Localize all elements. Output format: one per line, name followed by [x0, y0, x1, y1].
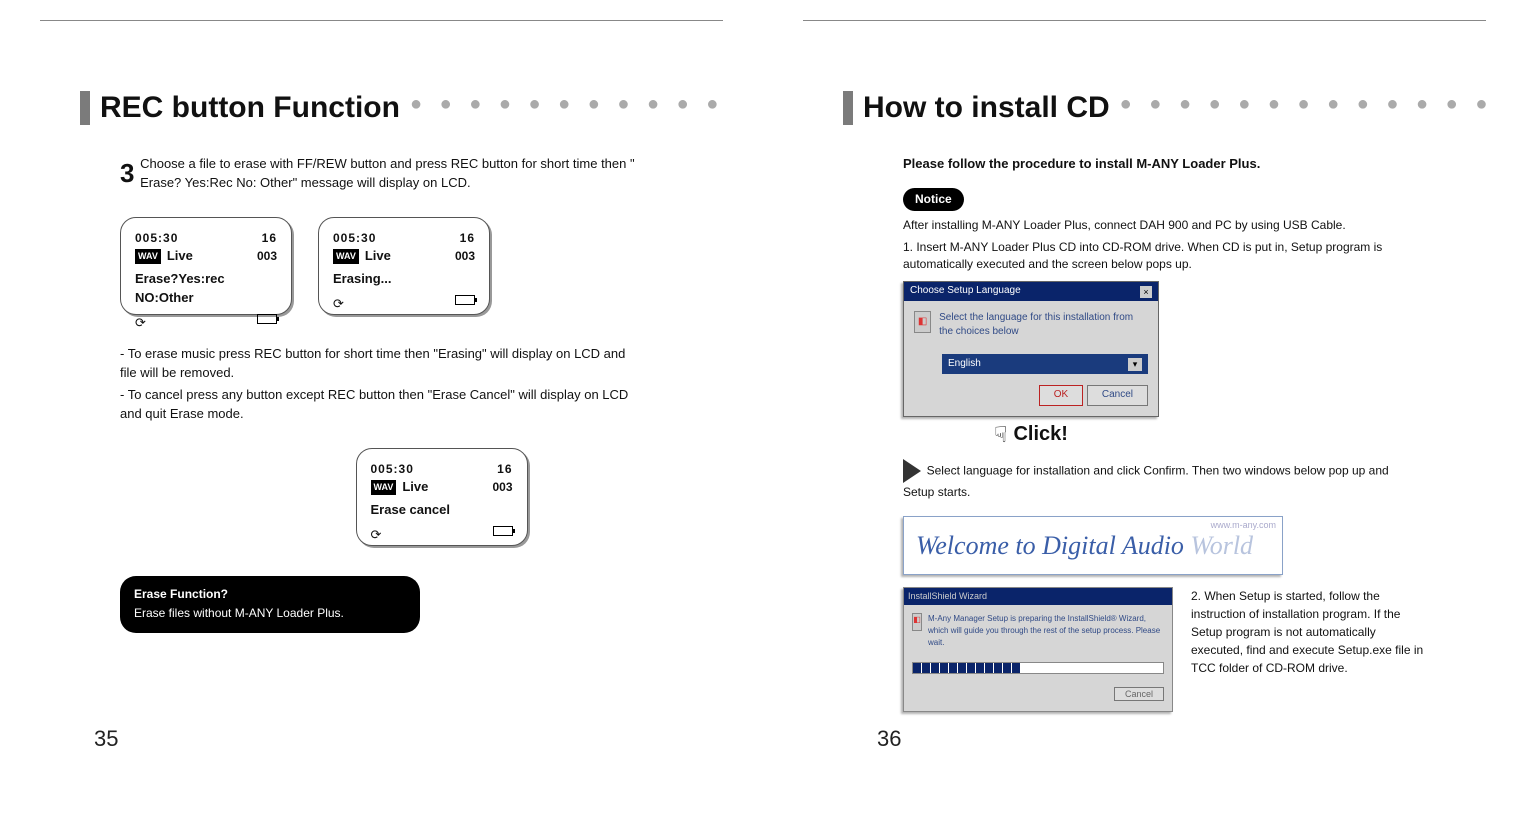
- repeat-icon: [135, 314, 146, 333]
- lcd-track: 16: [262, 230, 277, 247]
- page-number: 36: [877, 726, 901, 752]
- battery-icon: [493, 526, 513, 536]
- page-title: REC button Function: [100, 91, 400, 125]
- lcd-message: Erasing...: [333, 270, 475, 289]
- ok-button[interactable]: OK: [1039, 385, 1083, 406]
- page-title: How to install CD: [863, 91, 1110, 125]
- click-label: Click!: [1013, 420, 1067, 449]
- notice-text: After installing M-ANY Loader Plus, conn…: [903, 217, 1446, 234]
- page-number: 35: [94, 726, 118, 752]
- language-dropdown[interactable]: English ▾: [942, 354, 1148, 375]
- tip-body: Erase files without M-ANY Loader Plus.: [134, 605, 406, 622]
- wav-badge: WAV: [333, 249, 359, 264]
- welcome-banner: www.m-any.com Welcome to Digital Audio W…: [903, 516, 1283, 576]
- banner-url: www.m-any.com: [1211, 519, 1276, 532]
- notice-badge: Notice: [903, 188, 964, 211]
- lcd-track: 16: [497, 461, 512, 478]
- wav-badge: WAV: [135, 249, 161, 264]
- battery-icon: [455, 295, 475, 305]
- lcd-count: 003: [492, 479, 512, 496]
- lcd-count: 003: [455, 248, 475, 265]
- heading-accent: [843, 91, 853, 125]
- repeat-icon: [371, 526, 382, 545]
- lcd-screen-erase-prompt: 005:30 16 WAV Live 003 Erase?Yes:rec NO:Oth…: [120, 217, 292, 315]
- wav-badge: WAV: [371, 480, 397, 495]
- tip-box: Erase Function? Erase files without M-AN…: [120, 576, 420, 633]
- lcd-time: 005:30: [135, 230, 178, 247]
- lcd-count: 003: [257, 248, 277, 265]
- step2-text: 2. When Setup is started, follow the ins…: [1191, 587, 1431, 712]
- lcd-title: Live: [402, 478, 428, 497]
- cancel-button[interactable]: Cancel: [1114, 687, 1164, 701]
- lcd-message: Erase cancel: [371, 501, 513, 520]
- dropdown-value: English: [948, 357, 981, 372]
- heading-dots: ● ● ● ● ● ● ● ● ● ● ● ● ● ● ● ● ● ● ● ● …: [1120, 93, 1486, 123]
- tip-title: Erase Function?: [134, 586, 406, 603]
- wizard-title: InstallShield Wizard: [904, 588, 1172, 605]
- dialog-title: Choose Setup Language: [910, 284, 1021, 299]
- setup-icon: ◧: [914, 311, 931, 333]
- lcd-title: Live: [167, 247, 193, 266]
- lcd-screen-erasing: 005:30 16 WAV Live 003 Erasing...: [318, 217, 490, 315]
- heading-dots: ● ● ● ● ● ● ● ● ● ● ● ● ● ● ● ● ● ● ● ●: [410, 93, 723, 123]
- lcd-message: Erase?Yes:rec NO:Other: [135, 270, 277, 308]
- language-dialog: Choose Setup Language × ◧ Select the lan…: [903, 281, 1159, 417]
- heading-accent: [80, 91, 90, 125]
- setup-icon: ◧: [912, 613, 922, 631]
- step-text: Choose a file to erase with FF/REW butto…: [140, 155, 660, 193]
- lcd-track: 16: [460, 230, 475, 247]
- chevron-down-icon[interactable]: ▾: [1128, 358, 1142, 371]
- lcd-time: 005:30: [333, 230, 376, 247]
- note-erase: - To erase music press REC button for sh…: [120, 345, 640, 383]
- hand-pointer-icon: ☟: [994, 419, 1007, 451]
- repeat-icon: [333, 295, 344, 314]
- close-icon[interactable]: ×: [1140, 286, 1152, 298]
- lcd-screen-erase-cancel: 005:30 16 WAV Live 003 Erase cancel: [356, 448, 528, 546]
- note-cancel: - To cancel press any button except REC …: [120, 386, 640, 424]
- step1-text: 1. Insert M-ANY Loader Plus CD into CD-R…: [903, 239, 1423, 274]
- after-click-text: Select language for installation and cli…: [903, 463, 1389, 499]
- banner-text: Welcome to Digital Audio World: [916, 531, 1253, 560]
- lcd-title: Live: [365, 247, 391, 266]
- install-wizard-dialog: InstallShield Wizard ◧ M-Any Manager Set…: [903, 587, 1173, 712]
- battery-icon: [257, 314, 277, 324]
- step-number: 3: [120, 155, 134, 193]
- dialog-body-text: Select the language for this installatio…: [939, 311, 1148, 340]
- intro-text: Please follow the procedure to install M…: [903, 155, 1446, 174]
- cancel-button[interactable]: Cancel: [1087, 385, 1148, 406]
- lcd-time: 005:30: [371, 461, 414, 478]
- progress-bar: [912, 662, 1164, 674]
- wizard-body-text: M-Any Manager Setup is preparing the Ins…: [928, 613, 1164, 648]
- arrow-icon: [903, 459, 921, 483]
